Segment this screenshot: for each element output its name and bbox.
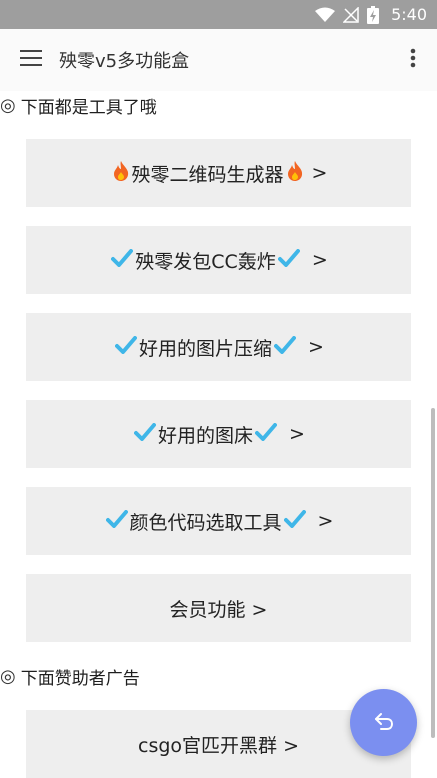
more-options-button[interactable] xyxy=(403,44,423,76)
ring-icon: ◎ xyxy=(0,665,16,687)
scrollbar[interactable] xyxy=(431,408,435,738)
card-label: csgo官匹开黑群 > xyxy=(138,734,299,757)
card-label: 好用的图片压缩 xyxy=(139,337,273,360)
clock: 5:40 xyxy=(391,5,427,24)
card-label: 颜色代码选取工具 xyxy=(129,511,282,534)
check-icon xyxy=(283,509,306,533)
check-icon xyxy=(105,509,128,533)
more-vert-icon xyxy=(410,48,416,72)
card-label: 殃零发包CC轰炸 xyxy=(135,250,276,273)
check-icon xyxy=(134,422,157,446)
color-picker-button[interactable]: 颜色代码选取工具 > xyxy=(26,487,411,555)
check-icon xyxy=(274,335,297,359)
check-icon xyxy=(255,422,278,446)
check-icon xyxy=(115,335,138,359)
chevron-right-label: > xyxy=(311,249,328,271)
hamburger-menu-icon xyxy=(20,50,42,70)
ring-icon: ◎ xyxy=(0,94,16,116)
fire-icon xyxy=(112,160,130,187)
wifi-icon xyxy=(315,7,336,23)
no-signal-icon xyxy=(343,6,359,23)
qr-generator-button[interactable]: 殃零二维码生成器 > xyxy=(26,139,411,207)
section-header-tools: ◎ 下面都是工具了哦 xyxy=(0,91,157,119)
check-icon xyxy=(277,248,300,272)
card-label: 好用的图床 xyxy=(158,424,254,447)
app-bar: 殃零v5多功能盒 xyxy=(0,29,437,91)
share-fab[interactable] xyxy=(350,689,417,756)
section-header-sponsors: ◎ 下面赞助者广告 xyxy=(0,662,140,690)
card-label: 殃零二维码生成器 xyxy=(131,163,284,186)
membership-button[interactable]: 会员功能 > xyxy=(26,574,411,642)
card-label: 会员功能 > xyxy=(169,598,268,621)
status-bar: 5:40 xyxy=(0,0,437,29)
battery-charging-icon xyxy=(367,5,380,24)
cc-attack-button[interactable]: 殃零发包CC轰炸 > xyxy=(26,226,411,294)
chevron-right-label: > xyxy=(308,336,324,358)
undo-share-icon xyxy=(372,709,396,737)
menu-button[interactable] xyxy=(0,29,62,91)
check-icon xyxy=(111,248,134,272)
section-header-label: 下面都是工具了哦 xyxy=(20,97,157,118)
chevron-right-label: > xyxy=(289,423,305,445)
image-host-button[interactable]: 好用的图床 > xyxy=(26,400,411,468)
image-compress-button[interactable]: 好用的图片压缩 > xyxy=(26,313,411,381)
chevron-right-label: > xyxy=(317,510,334,532)
fire-icon xyxy=(286,160,304,187)
chevron-right-label: > xyxy=(311,162,328,184)
app-title: 殃零v5多功能盒 xyxy=(59,51,190,72)
section-header-label: 下面赞助者广告 xyxy=(20,668,140,689)
